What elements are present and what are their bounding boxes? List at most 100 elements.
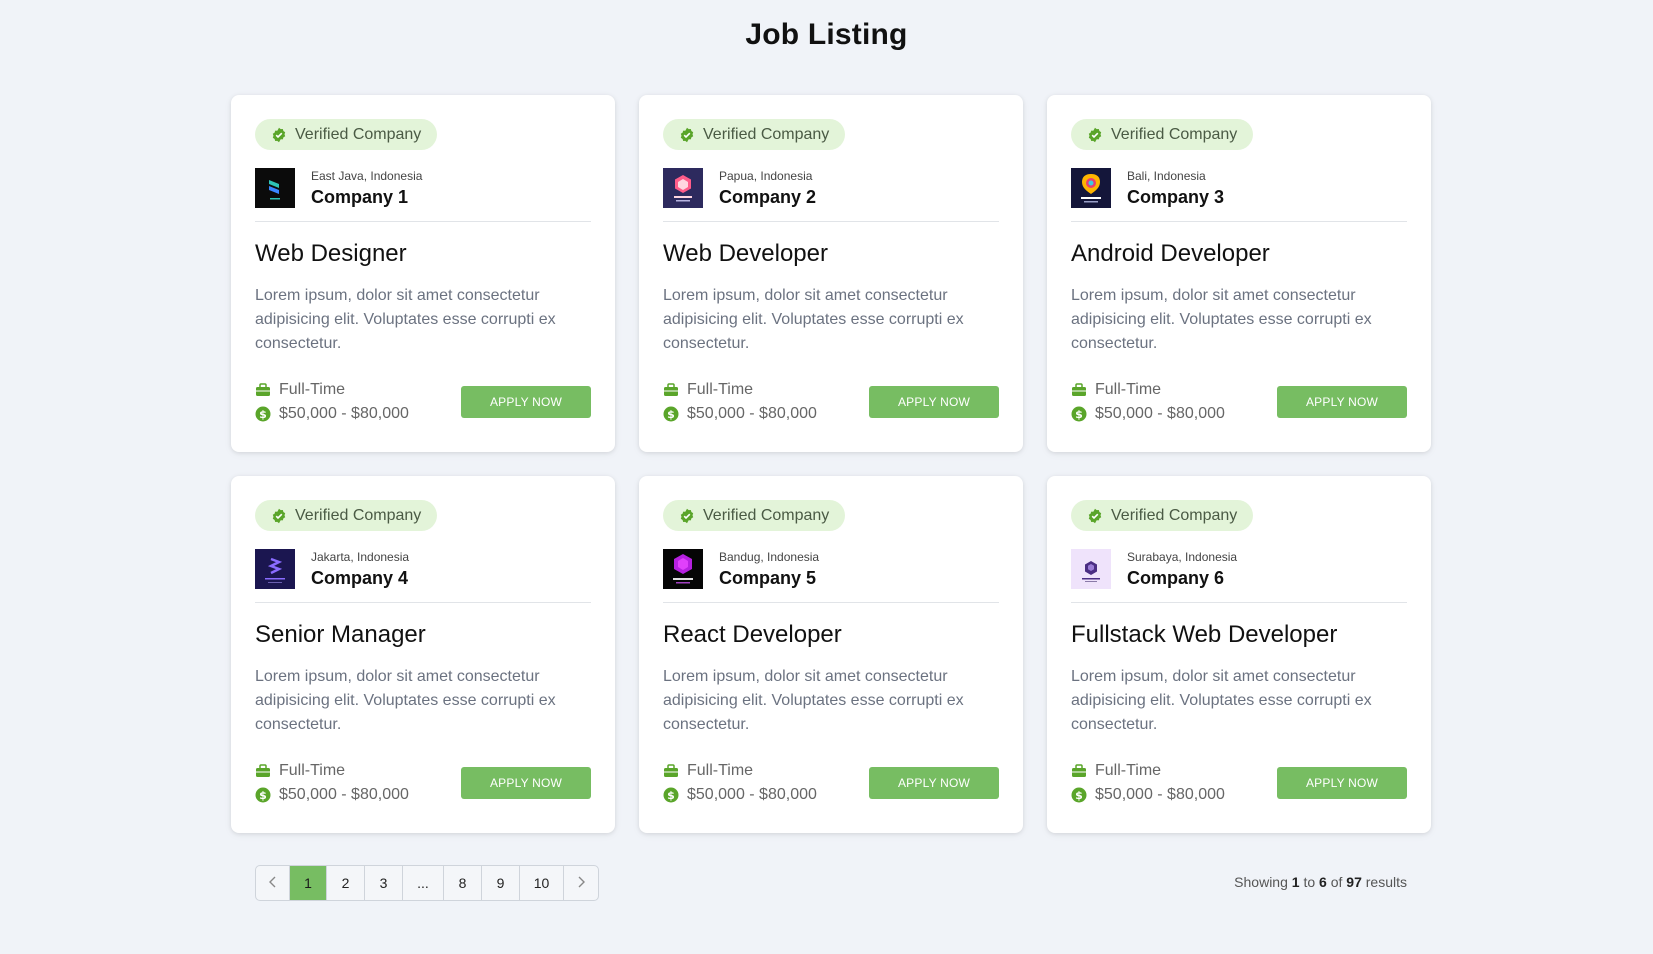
job-card: Verified Company East Java, Indonesia Co… [231,95,615,452]
company-name[interactable]: Company 1 [311,187,422,208]
job-footer: Full-Time $ $50,000 - $80,000 APPLY NOW [1071,378,1407,426]
company-info: Jakarta, Indonesia Company 4 [255,549,591,603]
dollar-icon: $ [255,787,271,803]
chevron-right-icon [576,875,586,891]
results-total: 97 [1346,874,1362,890]
company-info: Bandug, Indonesia Company 5 [663,549,999,603]
job-salary: $ $50,000 - $80,000 [255,783,409,807]
job-salary: $ $50,000 - $80,000 [663,783,817,807]
svg-text:$: $ [667,408,675,421]
job-type: Full-Time [255,378,409,402]
job-salary-label: $50,000 - $80,000 [279,405,409,422]
results-to-word: to [1303,874,1316,890]
company-location: Papua, Indonesia [719,168,813,183]
job-title[interactable]: Android Developer [1071,240,1407,268]
apply-now-button[interactable]: APPLY NOW [869,767,999,799]
dollar-icon: $ [255,406,271,422]
job-description: Lorem ipsum, dolor sit amet consectetur … [663,668,964,733]
svg-text:$: $ [259,408,267,421]
job-description: Lorem ipsum, dolor sit amet consectetur … [255,287,556,352]
results-of-word: of [1330,874,1343,890]
verified-badge-label: Verified Company [1111,125,1238,143]
page-button-10[interactable]: 10 [520,866,564,900]
job-footer: Full-Time $ $50,000 - $80,000 APPLY NOW [663,759,999,807]
job-card: Verified Company Surabaya, Indonesia Com… [1047,476,1431,833]
results-to: 6 [1319,874,1327,890]
job-type: Full-Time [255,759,409,783]
company-logo [255,549,295,589]
company-logo [663,168,703,208]
dollar-icon: $ [663,406,679,422]
job-description: Lorem ipsum, dolor sit amet consectetur … [1071,668,1372,733]
job-title[interactable]: Senior Manager [255,621,591,649]
apply-now-button[interactable]: APPLY NOW [1277,767,1407,799]
job-title[interactable]: Web Designer [255,240,591,268]
company-info: Bali, Indonesia Company 3 [1071,168,1407,222]
page-button-2[interactable]: 2 [327,866,365,900]
page-button-1[interactable]: 1 [290,866,327,900]
company-location: East Java, Indonesia [311,168,423,183]
company-logo [1071,549,1111,589]
verified-check-icon [271,127,287,143]
job-salary-label: $50,000 - $80,000 [1095,405,1225,422]
job-title[interactable]: Web Developer [663,240,999,268]
job-type-label: Full-Time [1095,762,1162,779]
job-type: Full-Time [1071,378,1225,402]
page-button-3[interactable]: 3 [365,866,403,900]
pagination: 1 2 3 ... 8 9 10 [255,865,599,901]
job-footer: Full-Time $ $50,000 - $80,000 APPLY NOW [1071,759,1407,807]
job-salary: $ $50,000 - $80,000 [1071,783,1225,807]
company-name[interactable]: Company 4 [311,568,409,589]
briefcase-icon [663,382,679,398]
svg-text:$: $ [259,789,267,802]
company-location: Bali, Indonesia [1127,168,1206,183]
briefcase-icon [1071,763,1087,779]
company-name[interactable]: Company 6 [1127,568,1237,589]
page-title: Job Listing [745,18,908,51]
company-name[interactable]: Company 2 [719,187,816,208]
job-title[interactable]: React Developer [663,621,999,649]
job-card: Verified Company Papua, Indonesia Compan… [639,95,1023,452]
job-salary-label: $50,000 - $80,000 [1095,786,1225,803]
apply-now-button[interactable]: APPLY NOW [461,767,591,799]
page-button-9[interactable]: 9 [482,866,520,900]
verified-check-icon [679,508,695,524]
company-name[interactable]: Company 3 [1127,187,1224,208]
briefcase-icon [1071,382,1087,398]
page-button-8[interactable]: 8 [444,866,482,900]
dollar-icon: $ [1071,787,1087,803]
svg-text:$: $ [1075,408,1083,421]
verified-badge-label: Verified Company [703,125,830,143]
verified-badge: Verified Company [663,119,846,150]
verified-badge-label: Verified Company [295,125,422,143]
svg-text:$: $ [667,789,675,802]
job-salary-label: $50,000 - $80,000 [279,786,409,803]
results-from: 1 [1291,874,1300,890]
verified-check-icon [679,127,695,143]
apply-now-button[interactable]: APPLY NOW [869,386,999,418]
job-salary: $ $50,000 - $80,000 [1071,402,1225,426]
job-salary-label: $50,000 - $80,000 [687,786,817,803]
company-name[interactable]: Company 5 [719,568,819,589]
briefcase-icon [663,763,679,779]
prev-page-button[interactable] [256,866,290,900]
dollar-icon: $ [1071,406,1087,422]
verified-check-icon [1087,127,1103,143]
job-description: Lorem ipsum, dolor sit amet consectetur … [255,668,556,733]
job-card: Verified Company Bali, Indonesia Company… [1047,95,1431,452]
verified-badge: Verified Company [663,500,846,531]
job-title[interactable]: Fullstack Web Developer [1071,621,1407,649]
company-location: Surabaya, Indonesia [1127,549,1238,564]
apply-now-button[interactable]: APPLY NOW [1277,386,1407,418]
next-page-button[interactable] [564,866,598,900]
job-type: Full-Time [1071,759,1225,783]
job-footer: Full-Time $ $50,000 - $80,000 APPLY NOW [663,378,999,426]
job-type-label: Full-Time [687,381,754,398]
job-description: Lorem ipsum, dolor sit amet consectetur … [1071,287,1372,352]
verified-check-icon [271,508,287,524]
verified-check-icon [1087,508,1103,524]
apply-now-button[interactable]: APPLY NOW [461,386,591,418]
job-type: Full-Time [663,759,817,783]
company-location: Jakarta, Indonesia [311,549,410,564]
job-type: Full-Time [663,378,817,402]
